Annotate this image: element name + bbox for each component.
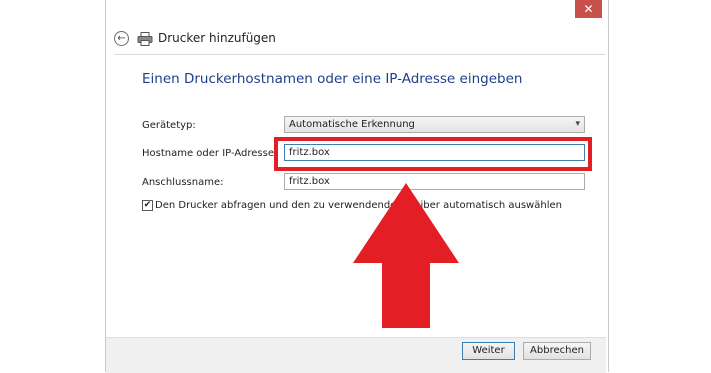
window-title: Drucker hinzufügen (158, 31, 276, 45)
chevron-down-icon: ▾ (575, 119, 580, 129)
checkmark-icon: ✔ (143, 200, 152, 210)
auto-driver-checkbox[interactable]: ✔ (142, 200, 153, 211)
hostname-label: Hostname oder IP-Adresse: (142, 148, 278, 159)
port-name-label: Anschlussname: (142, 177, 224, 188)
back-arrow-icon: ← (117, 33, 126, 44)
printer-icon (137, 32, 153, 46)
page-heading: Einen Druckerhostnamen oder eine IP-Adre… (142, 71, 523, 87)
close-button[interactable]: ✕ (575, 0, 602, 18)
port-name-value: fritz.box (289, 176, 330, 187)
red-arrow-annotation (353, 183, 459, 328)
highlight-annotation-box (274, 137, 592, 171)
device-type-value: Automatische Erkennung (289, 119, 415, 130)
cancel-button[interactable]: Abbrechen (523, 342, 591, 360)
device-type-label: Gerätetyp: (142, 120, 196, 131)
close-icon: ✕ (583, 2, 594, 16)
next-button[interactable]: Weiter (462, 342, 515, 360)
device-type-select[interactable]: Automatische Erkennung ▾ (284, 116, 585, 133)
back-button[interactable]: ← (114, 31, 129, 46)
